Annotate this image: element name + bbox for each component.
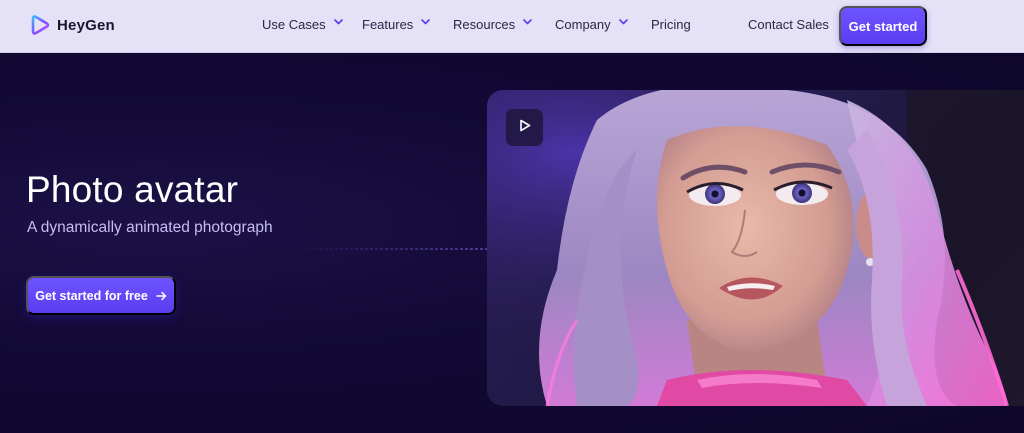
menu-use-cases-label: Use Cases (262, 17, 326, 32)
chevron-down-icon (618, 19, 628, 28)
heygen-logo-icon (31, 15, 50, 35)
menu-resources[interactable]: Resources (453, 17, 532, 32)
get-started-free-label: Get started for free (35, 288, 148, 303)
arrow-right-icon (156, 291, 167, 301)
chevron-down-icon (421, 19, 431, 28)
page-title: Photo avatar (26, 169, 239, 210)
brand-name: HeyGen (57, 16, 115, 34)
menu-company[interactable]: Company (555, 17, 628, 32)
menu-pricing[interactable]: Pricing (651, 17, 691, 32)
get-started-button[interactable]: Get started (839, 6, 927, 46)
chevron-down-icon (333, 19, 343, 28)
avatar-portrait-image (487, 90, 1024, 406)
chevron-down-icon (523, 19, 532, 28)
menu-pricing-label: Pricing (651, 17, 691, 32)
play-icon (519, 119, 531, 137)
menu-resources-label: Resources (453, 17, 516, 32)
dotted-divider (290, 248, 490, 250)
menu-features-label: Features (362, 17, 414, 32)
menu-use-cases[interactable]: Use Cases (262, 17, 343, 32)
brand-logo[interactable]: HeyGen (31, 15, 115, 35)
hero-section: Photo avatar A dynamically animated phot… (0, 53, 1024, 433)
avatar-video-preview[interactable] (487, 90, 1024, 406)
contact-sales-link[interactable]: Contact Sales (748, 17, 829, 32)
get-started-free-button[interactable]: Get started for free (26, 276, 176, 315)
menu-features[interactable]: Features (362, 17, 431, 32)
top-navigation: HeyGen Use Cases Features Resources Comp… (0, 0, 1024, 53)
page-subtitle: A dynamically animated photograph (27, 219, 273, 236)
play-button[interactable] (506, 109, 543, 146)
menu-company-label: Company (555, 17, 611, 32)
